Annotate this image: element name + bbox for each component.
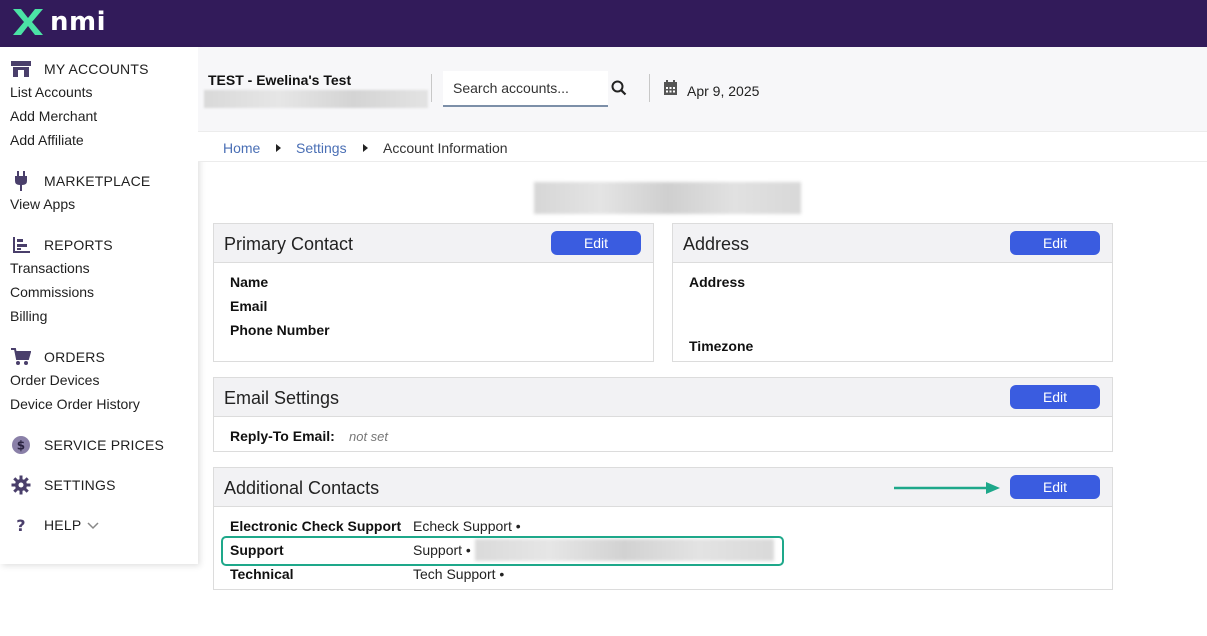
card-title: Primary Contact: [224, 234, 354, 254]
sidebar-section-service-prices[interactable]: $ SERVICE PRICES: [10, 435, 164, 455]
address-card: Address Edit Address Timezone: [672, 223, 1113, 362]
contact-label: Technical: [230, 566, 294, 582]
dollar-icon: $: [10, 435, 32, 455]
redacted-account-id: [204, 90, 428, 108]
search-accounts-input[interactable]: Search accounts...: [443, 71, 608, 107]
gear-icon: [10, 475, 32, 495]
sidebar-item-billing[interactable]: Billing: [10, 308, 47, 324]
sidebar-item-device-order-history[interactable]: Device Order History: [10, 396, 140, 412]
sidebar-item-view-apps[interactable]: View Apps: [10, 196, 75, 212]
breadcrumb-home[interactable]: Home: [223, 140, 260, 156]
nmi-logo[interactable]: nmi: [10, 5, 106, 39]
email-settings-card: Email Settings Edit Reply-To Email: not …: [213, 377, 1113, 452]
current-date: Apr 9, 2025: [687, 83, 760, 99]
divider: [431, 74, 432, 102]
breadcrumb-current: Account Information: [383, 140, 508, 156]
arrow-annotation-icon: [894, 481, 1000, 499]
card-header: Primary Contact Edit: [214, 224, 653, 263]
chevron-down-icon: [87, 517, 99, 533]
breadcrumb-separator-icon: [363, 144, 368, 152]
edit-email-settings-button[interactable]: Edit: [1010, 385, 1100, 409]
field-label-phone: Phone Number: [230, 322, 330, 338]
field-label-address: Address: [689, 274, 746, 290]
sidebar-item-commissions[interactable]: Commissions: [10, 284, 94, 300]
sidebar-section-help[interactable]: ? HELP: [10, 515, 99, 535]
sidebar-item-order-devices[interactable]: Order Devices: [10, 372, 99, 388]
contact-value: Echeck Support •: [413, 518, 521, 534]
svg-text:$: $: [17, 439, 26, 453]
breadcrumb-settings[interactable]: Settings: [296, 140, 347, 156]
account-name: TEST - Ewelina's Test: [208, 72, 352, 88]
field-label-name: Name: [230, 274, 269, 290]
calendar-icon: [663, 80, 678, 101]
account-header: TEST - Ewelina's Test Search accounts...…: [198, 47, 1207, 131]
nmi-logo-icon: [13, 9, 43, 35]
sidebar-section-orders[interactable]: ORDERS: [10, 347, 105, 367]
edit-additional-contacts-button[interactable]: Edit: [1010, 475, 1100, 499]
field-label-reply-to: Reply-To Email:: [230, 428, 335, 444]
top-bar: nmi: [0, 0, 1207, 47]
contact-label: Electronic Check Support: [230, 518, 402, 534]
sidebar-section-label: ORDERS: [44, 349, 106, 365]
cart-icon: [10, 347, 32, 367]
sidebar-item-add-merchant[interactable]: Add Merchant: [10, 108, 97, 124]
search-placeholder: Search accounts...: [453, 80, 569, 96]
field-label-email: Email: [230, 298, 268, 314]
search-icon[interactable]: [611, 80, 627, 101]
question-icon: ?: [16, 515, 26, 535]
redacted-account-title: [534, 182, 801, 214]
primary-contact-card: Primary Contact Edit Name Email Phone Nu…: [213, 223, 654, 362]
card-header: Email Settings Edit: [214, 378, 1112, 417]
sidebar-section-label: MY ACCOUNTS: [44, 61, 149, 77]
contact-value: Tech Support •: [413, 566, 505, 582]
contact-value: Support •: [413, 542, 471, 558]
sidebar-section-settings[interactable]: SETTINGS: [10, 475, 116, 495]
sidebar-section-label: REPORTS: [44, 237, 113, 253]
chart-icon: [10, 235, 32, 255]
sidebar-section-label: MARKETPLACE: [44, 173, 151, 189]
sidebar-section-label: SERVICE PRICES: [44, 437, 165, 453]
card-title: Additional Contacts: [224, 478, 380, 498]
sidebar-section-reports[interactable]: REPORTS: [10, 235, 113, 255]
card-title: Address: [683, 234, 750, 254]
sidebar-section-my-accounts[interactable]: MY ACCOUNTS: [10, 59, 149, 79]
redacted-contact-email: [475, 539, 774, 561]
sidebar-item-transactions[interactable]: Transactions: [10, 260, 90, 276]
sidebar-section-label: SETTINGS: [44, 477, 116, 493]
sidebar-section-label: HELP: [44, 517, 82, 533]
sidebar-item-list-accounts[interactable]: List Accounts: [10, 84, 93, 100]
divider: [649, 74, 650, 102]
breadcrumb-separator-icon: [276, 144, 281, 152]
card-header: Address Edit: [673, 224, 1112, 263]
edit-address-button[interactable]: Edit: [1010, 231, 1100, 255]
plug-icon: [10, 171, 32, 191]
logo-text: nmi: [50, 7, 107, 37]
sidebar-section-marketplace[interactable]: MARKETPLACE: [10, 171, 150, 191]
card-title: Email Settings: [224, 388, 340, 408]
contact-label: Support: [230, 542, 284, 558]
edit-primary-contact-button[interactable]: Edit: [551, 231, 641, 255]
breadcrumb: Home Settings Account Information: [198, 131, 1207, 162]
sidebar: MY ACCOUNTS List Accounts Add Merchant A…: [0, 47, 198, 564]
sidebar-item-add-affiliate[interactable]: Add Affiliate: [10, 132, 84, 148]
reply-to-value: not set: [349, 429, 389, 444]
store-icon: [10, 59, 32, 79]
field-label-timezone: Timezone: [689, 338, 754, 354]
